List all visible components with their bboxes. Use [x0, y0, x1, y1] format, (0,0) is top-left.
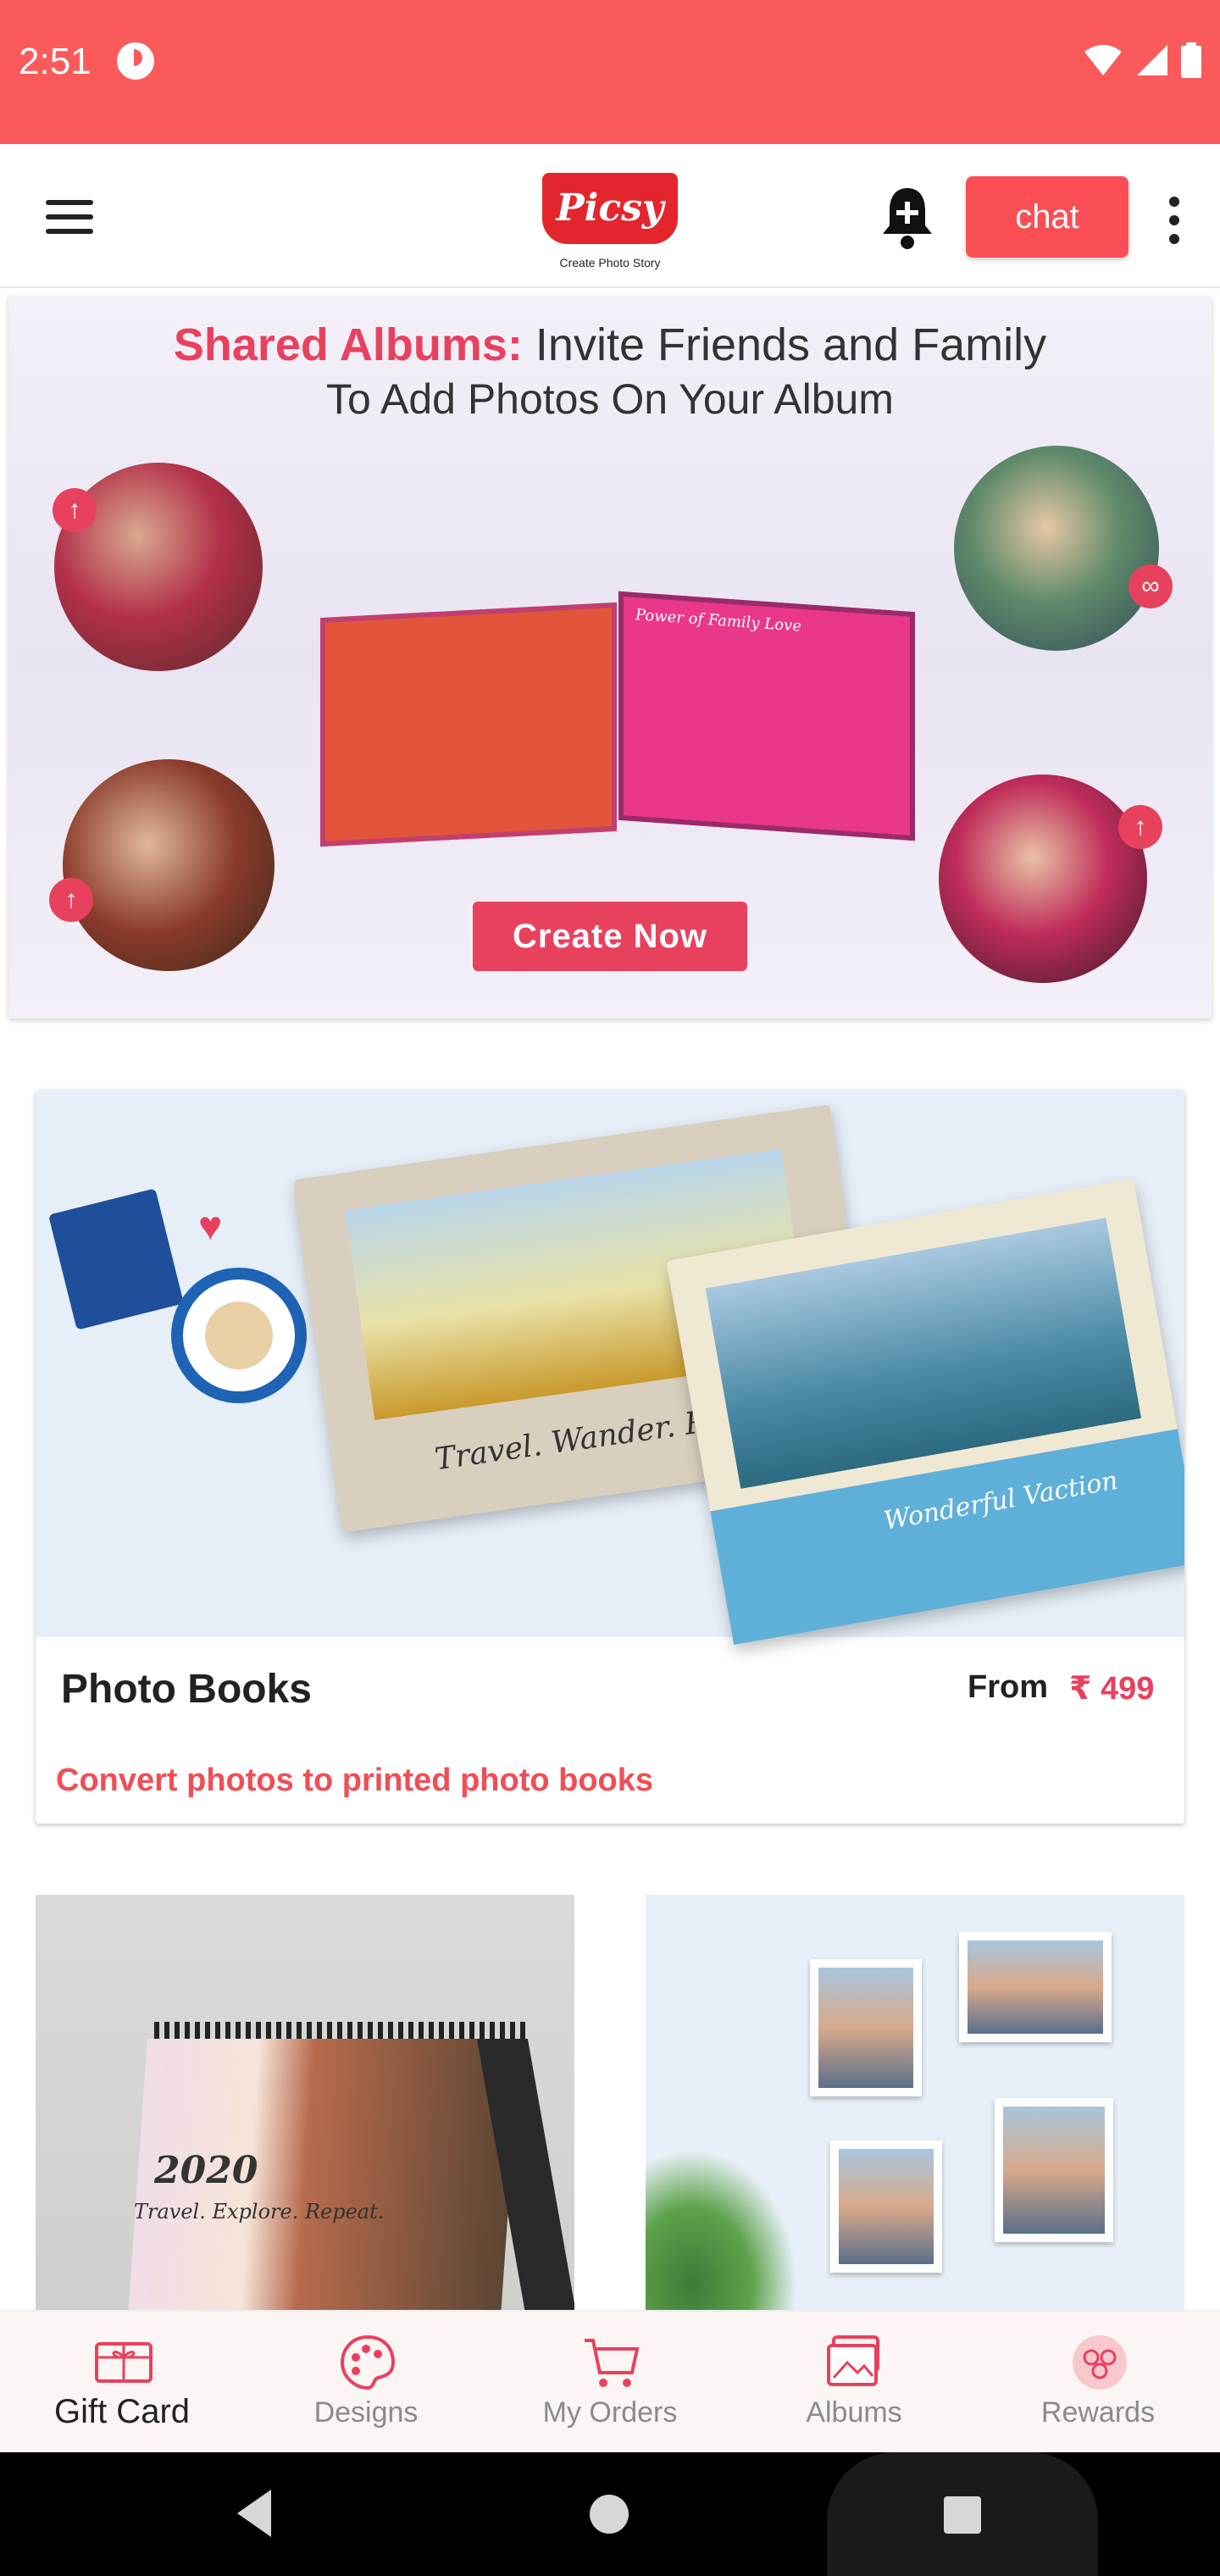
status-bar: 2:51	[0, 0, 1220, 144]
albums-icon	[827, 2335, 879, 2386]
shared-albums-banner[interactable]: Shared Albums: Invite Friends and Family…	[8, 297, 1212, 1019]
banner-title-rest: Invite Friends and Family	[522, 319, 1047, 370]
home-icon[interactable]	[590, 2495, 629, 2534]
photo-frames-product-tile[interactable]	[646, 1895, 1184, 2310]
status-time: 2:51	[19, 41, 92, 82]
friend-photo-4	[939, 774, 1147, 983]
logo-text: Picsy	[556, 186, 664, 230]
photo-books-card[interactable]: ♥ Travel. Wander. Repeat. Wonderful Vact…	[36, 1090, 1184, 1824]
hanging-photo-3	[995, 2098, 1113, 2242]
back-icon[interactable]	[237, 2490, 271, 2537]
calendar-year: 2020	[154, 2149, 258, 2192]
nav-label: My Orders	[542, 2396, 678, 2429]
hanging-photo-4	[830, 2140, 942, 2273]
photo-album-illustration: Power of Family Love	[320, 591, 930, 847]
create-now-button[interactable]: Create Now	[473, 902, 747, 971]
friend-photo-3	[954, 446, 1159, 651]
photo-books-image: ♥ Travel. Wander. Repeat. Wonderful Vact…	[36, 1090, 1184, 1646]
upload-icon: ↑	[49, 878, 93, 922]
nav-albums[interactable]: Albums	[732, 2312, 976, 2454]
friend-photo-2	[63, 759, 274, 971]
banner-title: Shared Albums: Invite Friends and Family	[8, 319, 1212, 371]
heart-icon: ♥	[198, 1204, 223, 1249]
nav-label: Rewards	[1040, 2396, 1156, 2429]
album-caption: Power of Family Love	[635, 606, 801, 636]
logo-tagline: Create Photo Story	[559, 256, 661, 269]
nav-label: Albums	[806, 2396, 902, 2429]
overflow-menu-icon[interactable]	[1166, 197, 1183, 244]
gift-card-icon	[95, 2342, 152, 2383]
chat-button[interactable]: chat	[966, 176, 1128, 258]
wifi-icon	[1084, 45, 1122, 75]
hanging-photo-2	[959, 1932, 1112, 2042]
cart-icon	[585, 2339, 640, 2387]
app-bar: Picsy Create Photo Story chat	[0, 144, 1220, 288]
product-price: ₹ 499	[1069, 1671, 1155, 1707]
price-from-label: From	[968, 1669, 1048, 1705]
notification-bell-icon[interactable]	[879, 183, 935, 251]
link-icon: ∞	[1128, 564, 1173, 608]
nav-label: Designs	[313, 2396, 419, 2429]
calendar-caption: Travel. Explore. Repeat.	[134, 2200, 385, 2223]
upload-icon: ↑	[53, 488, 97, 532]
banner-title-highlight: Shared Albums:	[173, 319, 523, 370]
system-icons	[1083, 42, 1201, 78]
product-subtitle: Convert photos to printed photo books	[56, 1763, 654, 1798]
product-title: Photo Books	[61, 1667, 312, 1712]
nav-gift-card[interactable]: Gift Card	[0, 2312, 244, 2454]
gift-box-decoration	[47, 1188, 185, 1330]
system-navigation-bar	[0, 2452, 1220, 2576]
nav-my-orders[interactable]: My Orders	[488, 2312, 732, 2454]
bottom-navigation: Gift Card Designs My Orders Albums Rewar…	[0, 2310, 1220, 2452]
calendar-product-tile[interactable]: 2020 Travel. Explore. Repeat.	[36, 1895, 574, 2310]
coffee-cup-decoration	[171, 1268, 307, 1403]
signal-icon	[1137, 45, 1167, 75]
recents-icon[interactable]	[944, 2496, 981, 2534]
hamburger-menu-icon[interactable]	[46, 200, 93, 234]
calendar-image: 2020 Travel. Explore. Repeat.	[103, 2022, 574, 2310]
photo-book-2: Wonderful Vaction	[666, 1178, 1184, 1646]
picsy-logo: Picsy Create Photo Story	[535, 158, 685, 280]
data-saver-icon	[117, 42, 154, 80]
upload-icon: ↑	[1118, 805, 1162, 849]
palette-icon	[340, 2334, 396, 2390]
nav-label: Gift Card	[53, 2393, 191, 2430]
banner-subtitle: To Add Photos On Your Album	[326, 375, 894, 423]
battery-icon	[1181, 42, 1201, 78]
nav-rewards[interactable]: Rewards	[976, 2312, 1220, 2454]
rewards-icon	[1073, 2335, 1127, 2390]
hanging-photo-1	[810, 1959, 922, 2096]
plant-decoration	[646, 2149, 798, 2310]
nav-designs[interactable]: Designs	[244, 2312, 488, 2454]
